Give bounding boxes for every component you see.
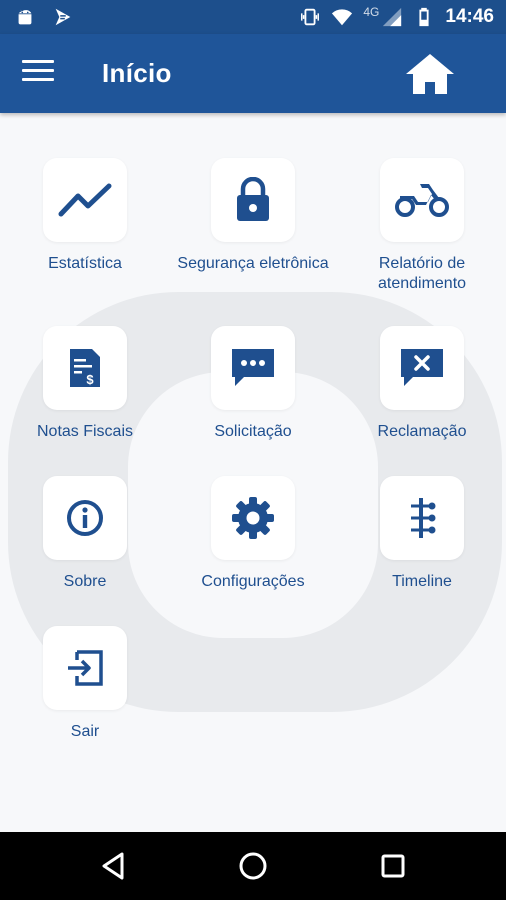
back-icon[interactable] [98,850,130,882]
menu-item-relatorio-de-atendimento[interactable]: Relatório de atendimento [337,158,506,294]
menu-item-label: Configurações [201,573,305,590]
menu-item-solicitacao[interactable]: Solicitação [168,326,338,442]
battery-icon [419,7,429,27]
menu-item-icon-box [211,476,295,560]
notification-icon [55,8,71,26]
menu-item-label: Sobre [63,573,107,590]
menu-item-icon-box [43,476,127,560]
menu-item-icon-box [211,326,295,410]
menu-item-sobre[interactable]: Sobre [0,476,170,592]
android-icon [18,9,32,25]
status-bar: 4G 14:46 [0,0,506,34]
menu-item-label: Reclamação [377,423,467,440]
lock-icon [237,177,269,221]
menu-item-configuracoes[interactable]: Configurações [168,476,338,592]
svg-text:$: $ [86,372,94,387]
menu-item-reclamacao[interactable]: Reclamação [337,326,506,442]
chat-dots-icon [232,349,274,386]
chat-x-icon [401,349,443,386]
menu-item-label: Notas Fiscais [36,423,134,440]
menu-item-icon-box: $ [43,326,127,410]
menu-item-estatistica[interactable]: Estatística [0,158,170,274]
gear-icon [232,497,274,539]
menu-item-label: Segurança eletrônica [177,255,329,272]
timeline-icon [411,498,436,538]
menu-item-label: Estatística [48,255,122,272]
signal-icon [383,7,402,27]
menu-item-notas-fiscais[interactable]: $ Notas Fiscais [0,326,170,442]
menu-item-label: Timeline [392,573,452,590]
recents-icon[interactable] [377,850,409,882]
menu-item-icon-box [43,158,127,242]
app-bar: Início [0,34,506,113]
home-circle-icon[interactable] [237,850,269,882]
menu-item-icon-box [380,326,464,410]
menu-item-icon-box [380,476,464,560]
menu-item-icon-box [43,626,127,710]
exit-icon [68,650,103,686]
page-title: Início [102,58,172,88]
clock: 14:46 [445,6,494,27]
menu-item-label: Solicitação [214,423,292,440]
wifi-icon [332,9,353,26]
menu-item-icon-box [380,158,464,242]
invoice-icon: $ [70,349,100,387]
menu-item-label: Relatório de atendimento [377,255,467,292]
vibrate-icon [301,8,320,26]
menu-item-icon-box [211,158,295,242]
hamburger-menu-icon[interactable] [22,60,54,88]
motorcycle-icon [395,184,449,217]
menu-item-timeline[interactable]: Timeline [337,476,506,592]
menu-item-sair[interactable]: Sair [0,626,170,742]
home-icon[interactable] [404,52,456,96]
network-type: 4G [363,5,380,19]
system-nav-bar [0,832,506,900]
info-icon [67,500,103,536]
menu-item-label: Sair [70,723,100,740]
trending-up-icon [58,183,112,217]
menu-item-seguranca-eletronica[interactable]: Segurança eletrônica [168,158,338,274]
